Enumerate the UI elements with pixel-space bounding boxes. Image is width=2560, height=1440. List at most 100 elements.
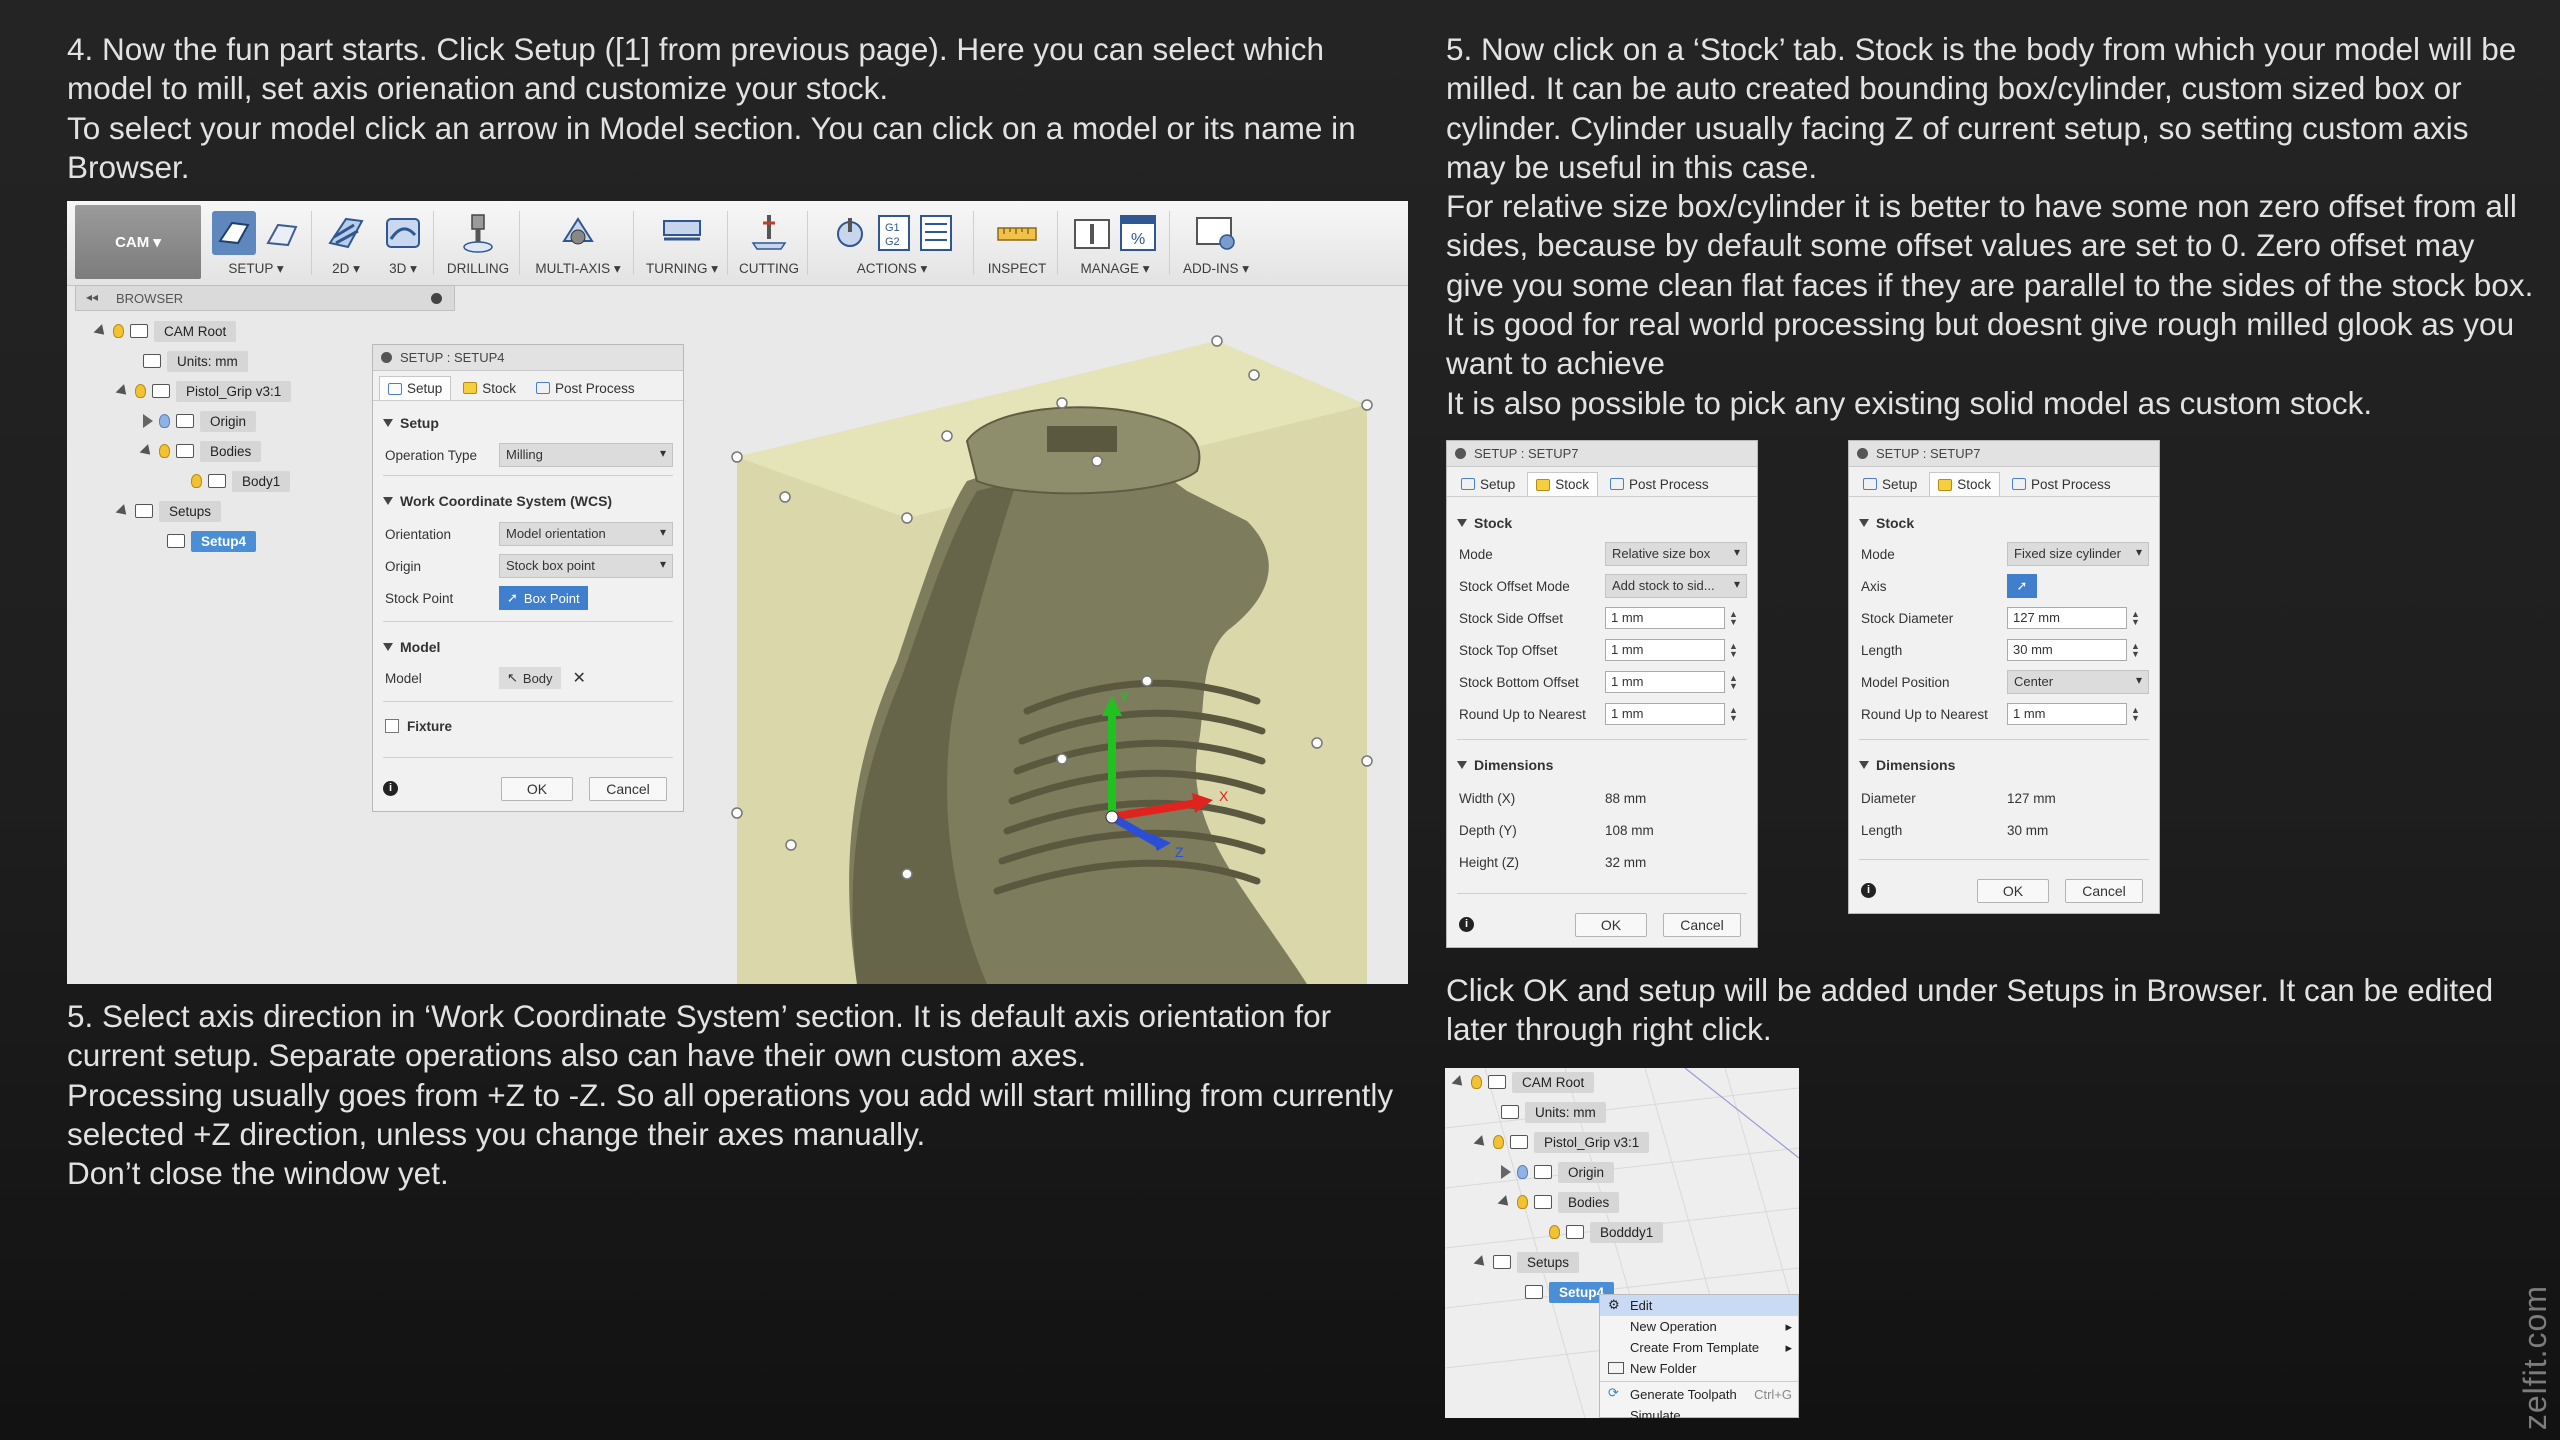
tree-row-units[interactable]: Units: mm [1501,1100,1606,1124]
diameter-input[interactable]: 127 mm [2007,607,2127,629]
cancel-button[interactable]: Cancel [589,777,667,801]
section-dimensions[interactable]: Dimensions [1859,757,1955,773]
menu-item-create-from-template[interactable]: Create From Template ▸ [1600,1337,1798,1358]
offset-mode-select[interactable]: Add stock to sid... [1605,574,1747,598]
ok-button[interactable]: OK [1575,913,1647,937]
toolbar-group-inspect[interactable]: INSPECT [983,207,1051,283]
menu-item-new-folder[interactable]: New Folder [1600,1358,1798,1379]
visibility-bulb-icon[interactable] [1517,1165,1528,1179]
dialog-header[interactable]: SETUP : SETUP7 [1849,441,2159,467]
visibility-bulb-icon[interactable] [159,444,170,458]
dialog-close-icon[interactable] [1455,448,1466,459]
toolbar-group-manage[interactable]: % MANAGE ▾ [1067,207,1163,283]
tab-post-process[interactable]: Post Process [1602,472,1717,496]
collapsed-arrow-icon[interactable] [1501,1165,1511,1179]
tab-stock[interactable]: Stock [455,376,524,400]
mode-select[interactable]: Fixed size cylinder [2007,542,2149,566]
menu-item-new-operation[interactable]: New Operation ▸ [1600,1316,1798,1337]
tree-row-setup4[interactable]: Setup4 [167,529,257,553]
tree-row-bodies[interactable]: Bodies [139,439,262,463]
section-wcs[interactable]: Work Coordinate System (WCS) [383,493,612,509]
ok-button[interactable]: OK [501,777,573,801]
visibility-bulb-icon[interactable] [135,384,146,398]
tree-row-origin[interactable]: Origin [1501,1160,1615,1184]
origin-select[interactable]: Stock box point [499,554,673,578]
tree-row-cam-root[interactable]: CAM Root [93,319,237,343]
top-offset-input[interactable]: 1 mm [1605,639,1725,661]
tree-row-units[interactable]: Units: mm [143,349,248,373]
expand-icon[interactable] [115,503,131,519]
visibility-bulb-icon[interactable] [1517,1195,1528,1209]
expand-icon[interactable] [139,443,155,459]
dialog-header[interactable]: SETUP : SETUP7 [1447,441,1757,467]
round-up-input[interactable]: 1 mm [2007,703,2127,725]
tab-setup[interactable]: Setup [1453,472,1523,496]
model-position-select[interactable]: Center [2007,670,2149,694]
side-offset-input[interactable]: 1 mm [1605,607,1725,629]
tab-post-process[interactable]: Post Process [528,376,643,400]
ok-button[interactable]: OK [1977,879,2049,903]
toolbar-group-cutting[interactable]: CUTTING [737,207,801,283]
menu-item-simulate[interactable]: Simulate [1600,1405,1798,1418]
menu-item-edit[interactable]: ⚙ Edit [1600,1295,1798,1316]
visibility-bulb-icon[interactable] [1471,1075,1482,1089]
tree-row-body1[interactable]: Body1 [191,469,291,493]
visibility-bulb-icon[interactable] [1493,1135,1504,1149]
spinner-icon[interactable]: ▲ ▼ [1729,642,1738,659]
stock-point-button[interactable]: ➚ Box Point [499,586,588,610]
toolbar-group-multi-axis[interactable]: MULTI-AXIS ▾ [529,207,627,283]
spinner-icon[interactable]: ▲ ▼ [2131,642,2140,659]
length-input[interactable]: 30 mm [2007,639,2127,661]
expand-icon[interactable] [93,323,109,339]
tab-setup[interactable]: Setup [1855,472,1925,496]
tree-row-bodies[interactable]: Bodies [1497,1190,1620,1214]
tree-row-component[interactable]: Pistol_Grip v3:1 [1473,1130,1650,1154]
tree-row-component[interactable]: Pistol_Grip v3:1 [115,379,292,403]
orientation-select[interactable]: Model orientation [499,522,673,546]
section-stock[interactable]: Stock [1859,515,1914,531]
spinner-icon[interactable]: ▲ ▼ [1729,610,1738,627]
toolbar-group-turning[interactable]: TURNING ▾ [643,207,721,283]
dialog-header[interactable]: SETUP : SETUP4 [373,345,683,371]
dialog-close-icon[interactable] [1857,448,1868,459]
tree-row-cam-root[interactable]: CAM Root [1451,1070,1595,1094]
tree-row-setups[interactable]: Setups [115,499,222,523]
expand-icon[interactable] [1473,1254,1489,1270]
clear-selection-icon[interactable]: ✕ [573,668,586,688]
operation-type-select[interactable]: Milling [499,443,673,467]
info-icon[interactable]: i [1459,917,1474,932]
expand-icon[interactable] [1451,1074,1467,1090]
model-viewport[interactable]: Y X Z [727,331,1408,984]
dialog-close-icon[interactable] [381,352,392,363]
round-up-input[interactable]: 1 mm [1605,703,1725,725]
tab-stock[interactable]: Stock [1929,472,2001,496]
section-model[interactable]: Model [383,639,440,655]
expand-icon[interactable] [1497,1194,1513,1210]
info-icon[interactable]: i [1861,883,1876,898]
toolbar-group-add-ins[interactable]: ADD-INS ▾ [1179,207,1253,283]
spinner-icon[interactable]: ▲ ▼ [2131,610,2140,627]
section-stock[interactable]: Stock [1457,515,1512,531]
expand-icon[interactable] [115,383,131,399]
cancel-button[interactable]: Cancel [1663,913,1741,937]
tab-setup[interactable]: Setup [379,376,452,400]
visibility-bulb-icon[interactable] [191,474,202,488]
menu-item-generate-toolpath[interactable]: ⟳ Generate Toolpath Ctrl+G [1600,1384,1798,1405]
bottom-offset-input[interactable]: 1 mm [1605,671,1725,693]
spinner-icon[interactable]: ▲ ▼ [1729,706,1738,723]
toolbar-group-actions[interactable]: G1 G2 ACTIONS ▾ [817,207,967,283]
tree-row-origin[interactable]: Origin [143,409,257,433]
cancel-button[interactable]: Cancel [2065,879,2143,903]
tree-row-body[interactable]: Bodddy1 [1549,1220,1664,1244]
tab-stock[interactable]: Stock [1527,472,1599,496]
axis-select-button[interactable]: ➚ [2007,574,2037,598]
section-setup[interactable]: Setup [383,415,439,431]
spinner-icon[interactable]: ▲ ▼ [1729,674,1738,691]
tab-post-process[interactable]: Post Process [2004,472,2119,496]
info-icon[interactable]: i [383,781,398,796]
visibility-bulb-icon[interactable] [1549,1225,1560,1239]
visibility-bulb-icon[interactable] [159,414,170,428]
tree-row-setups[interactable]: Setups [1473,1250,1580,1274]
expand-icon[interactable] [1473,1134,1489,1150]
fixture-checkbox[interactable] [385,719,399,733]
